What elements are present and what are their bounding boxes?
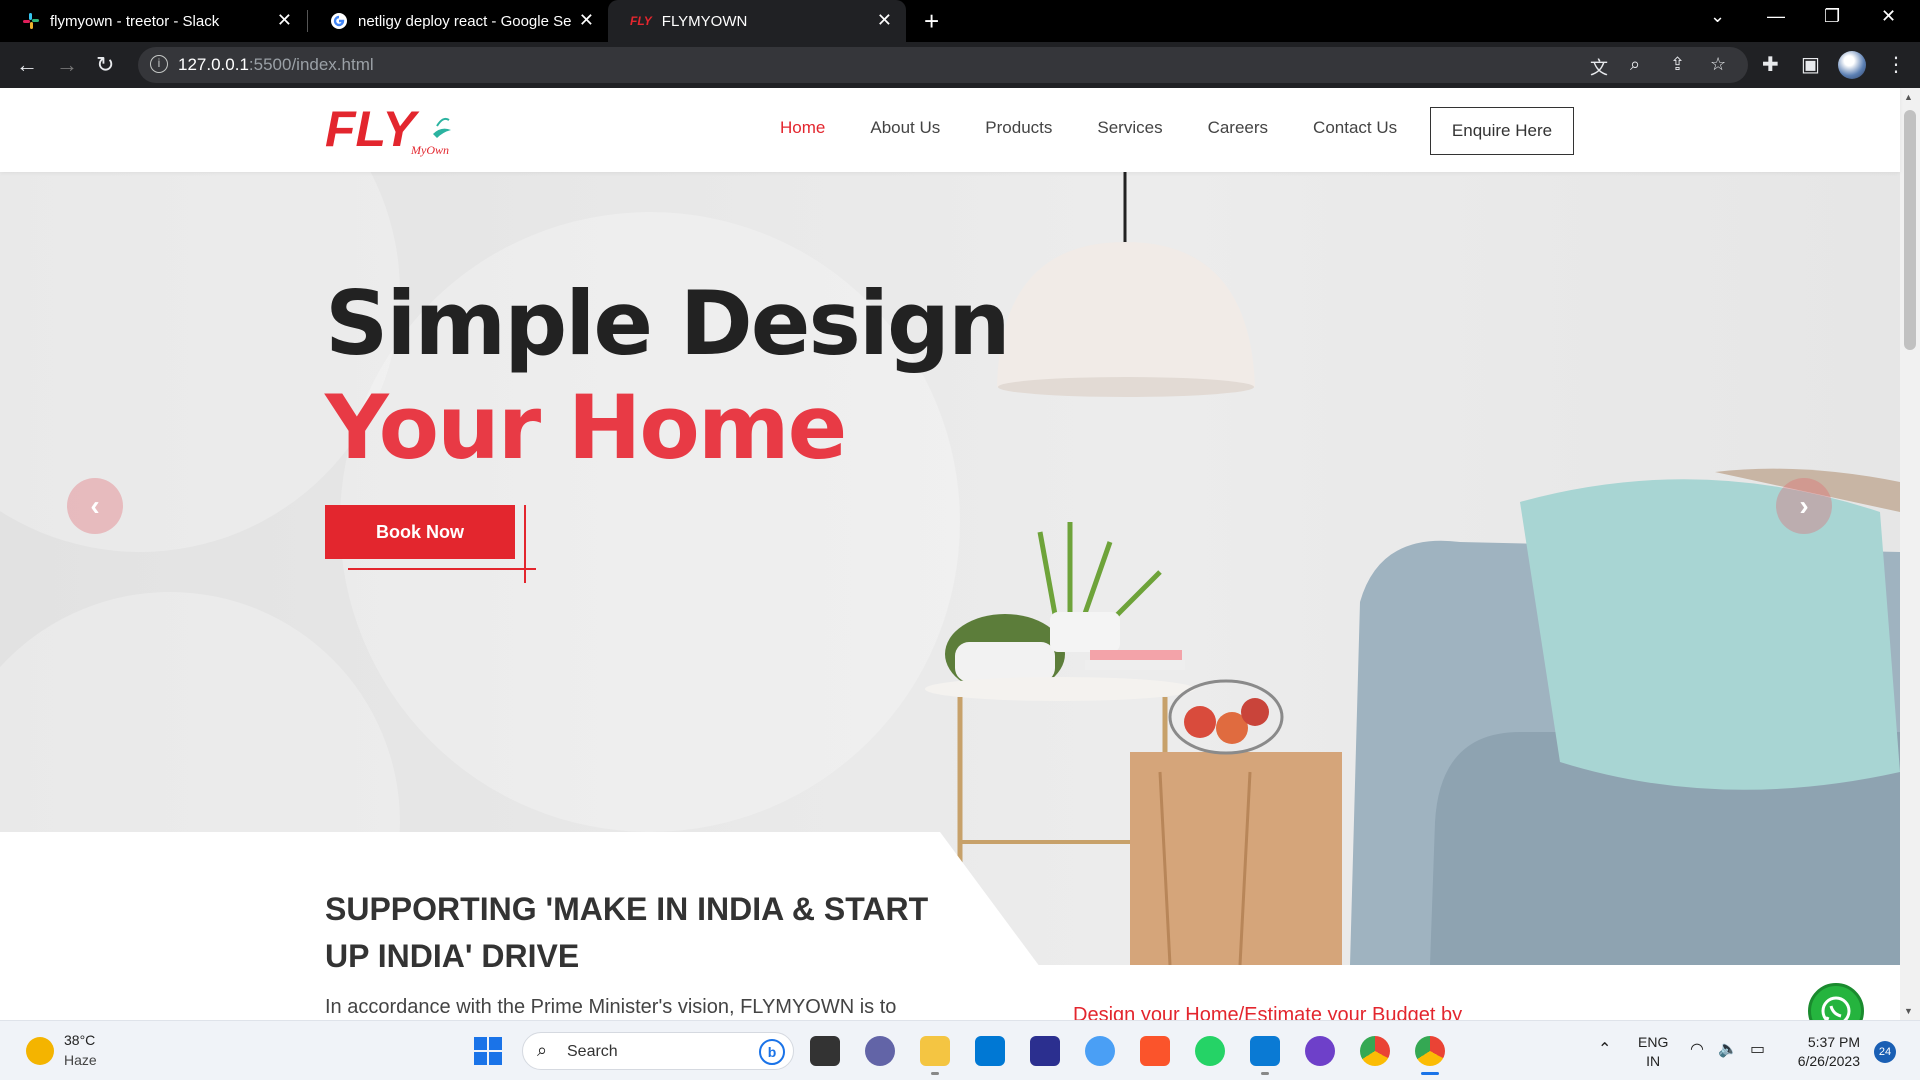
microsoft-store-icon[interactable] [975, 1036, 1005, 1066]
language-indicator[interactable]: ENG IN [1638, 1033, 1668, 1071]
page-scrollbar[interactable]: ▲ ▼ [1900, 88, 1920, 1020]
book-now-button[interactable]: Book Now [325, 505, 515, 559]
teams-chat-icon[interactable] [865, 1036, 895, 1066]
support-paragraph: In accordance with the Prime Minister's … [325, 996, 897, 1018]
tab-flymyown[interactable]: FLY FLYMYOWN ✕ [608, 0, 906, 42]
weather-haze-icon[interactable] [26, 1037, 54, 1065]
slider-next-icon[interactable]: › [1776, 478, 1832, 534]
hero-heading: Simple Design Your Home [325, 272, 1011, 480]
forward-icon[interactable]: → [56, 52, 78, 78]
close-tab-icon[interactable]: ✕ [579, 10, 594, 31]
whatsapp-app-icon[interactable] [1195, 1036, 1225, 1066]
fly-favicon: FLY [630, 14, 652, 28]
lang-region: IN [1646, 1053, 1661, 1069]
tab-title: flymyown - treetor - Slack [50, 12, 220, 30]
browser-tab-strip: flymyown - treetor - Slack ✕ netligy dep… [0, 0, 1920, 42]
tab-title: netligy deploy react - Google Se [358, 12, 572, 30]
chrome-active-icon[interactable] [1415, 1036, 1445, 1075]
notification-badge[interactable]: 24 [1874, 1041, 1896, 1063]
brave-icon[interactable] [1140, 1036, 1170, 1066]
clock-date: 6/26/2023 [1797, 1053, 1860, 1069]
tab-search-icon[interactable]: ⌄ [1710, 6, 1725, 27]
browser-toolbar: ← → ↻ i 127.0.0.1:5500/index.html 文 ⌕ ⇪ … [0, 42, 1920, 88]
system-clock[interactable]: 5:37 PM 6/26/2023 [1790, 1033, 1860, 1071]
tab-title: FLYMYOWN [661, 12, 748, 30]
show-hidden-icons-icon[interactable]: ⌃ [1598, 1039, 1611, 1059]
nav-contact-us[interactable]: Contact Us [1313, 118, 1397, 138]
slider-prev-icon[interactable]: ‹ [67, 478, 123, 534]
bing-icon[interactable]: b [759, 1039, 785, 1065]
taskbar-search[interactable]: ⌕ Search b [522, 1032, 794, 1070]
nav-careers[interactable]: Careers [1208, 118, 1268, 138]
url-host: 127.0.0.1 [178, 55, 249, 74]
whatsapp-icon[interactable] [1808, 983, 1864, 1020]
file-explorer-icon[interactable] [920, 1036, 950, 1075]
new-tab-button[interactable]: + [924, 6, 939, 37]
scroll-up-icon[interactable]: ▲ [1904, 92, 1913, 102]
address-bar[interactable]: i 127.0.0.1:5500/index.html 文 ⌕ ⇪ ☆ [138, 47, 1748, 83]
button-decoration [524, 505, 526, 583]
minimize-icon[interactable]: — [1767, 6, 1785, 27]
windows-start-icon[interactable] [474, 1037, 502, 1065]
bookmark-star-icon[interactable]: ☆ [1710, 54, 1726, 75]
search-icon: ⌕ [537, 1040, 548, 1060]
nav-products[interactable]: Products [985, 118, 1052, 138]
restore-icon[interactable]: ❐ [1824, 6, 1840, 27]
app-store-icon[interactable] [1085, 1036, 1115, 1066]
share-icon[interactable]: ⇪ [1670, 54, 1685, 75]
task-view-icon[interactable] [810, 1036, 840, 1066]
side-panel-icon[interactable]: ▣ [1801, 52, 1820, 77]
web-page: FLY MyOwn Home About Us Products Service… [0, 88, 1920, 1020]
menu-icon[interactable]: ⋮ [1886, 52, 1906, 77]
close-tab-icon[interactable]: ✕ [877, 10, 892, 31]
google-icon [331, 13, 347, 29]
site-header: FLY MyOwn Home About Us Products Service… [0, 88, 1900, 172]
nav-services[interactable]: Services [1097, 118, 1162, 138]
hero-line-2: Your Home [325, 376, 847, 479]
nav-about-us[interactable]: About Us [870, 118, 940, 138]
flymyown-logo[interactable]: FLY MyOwn [325, 101, 465, 158]
windows-taskbar: 38°C Haze ⌕ Search b ⌃ ENG IN ◠ 🔈 ▭ 5:37… [0, 1020, 1920, 1080]
vscode-icon[interactable] [1250, 1036, 1280, 1075]
wifi-icon[interactable]: ◠ [1690, 1039, 1704, 1059]
close-window-icon[interactable]: ✕ [1881, 6, 1896, 27]
nav-home[interactable]: Home [780, 118, 825, 138]
zoom-icon[interactable]: ⌕ [1630, 54, 1640, 75]
logo-text: FLY [325, 104, 420, 157]
close-tab-icon[interactable]: ✕ [277, 10, 292, 31]
main-nav: Home About Us Products Services Careers … [780, 118, 1442, 138]
weather-description[interactable]: Haze [64, 1052, 97, 1068]
scroll-down-icon[interactable]: ▼ [1904, 1006, 1913, 1016]
logo-subtext: MyOwn [410, 143, 449, 157]
slack-icon [23, 13, 39, 29]
back-icon[interactable]: ← [16, 52, 38, 78]
hero-line-1: Simple Design [325, 272, 1011, 375]
scroll-thumb[interactable] [1904, 110, 1916, 350]
volume-icon[interactable]: 🔈 [1718, 1039, 1738, 1059]
chrome-icon[interactable] [1360, 1036, 1390, 1066]
url-path: :5500/index.html [248, 55, 374, 74]
extensions-icon[interactable]: ✚ [1762, 52, 1779, 77]
search-placeholder: Search [567, 1043, 618, 1060]
translate-icon[interactable]: 文 [1590, 54, 1608, 80]
tab-slack[interactable]: flymyown - treetor - Slack ✕ [0, 0, 306, 42]
lang-code: ENG [1638, 1034, 1669, 1050]
enquire-here-button[interactable]: Enquire Here [1430, 107, 1574, 155]
reload-icon[interactable]: ↻ [96, 52, 114, 78]
site-info-icon[interactable]: i [150, 55, 168, 73]
profile-avatar[interactable] [1838, 51, 1866, 79]
design-estimate-text: Design your Home/Estimate your Budget by [1073, 1004, 1463, 1020]
weather-temperature[interactable]: 38°C [64, 1032, 95, 1048]
support-heading: SUPPORTING 'MAKE IN INDIA & START UP IND… [325, 891, 929, 974]
app-icon[interactable] [1030, 1036, 1060, 1066]
github-desktop-icon[interactable] [1305, 1036, 1335, 1066]
clock-time: 5:37 PM [1807, 1034, 1860, 1050]
battery-icon[interactable]: ▭ [1750, 1039, 1765, 1059]
tab-google[interactable]: netligy deploy react - Google Se ✕ [308, 0, 608, 42]
url-text[interactable]: 127.0.0.1:5500/index.html [178, 55, 374, 75]
button-decoration [348, 568, 536, 570]
